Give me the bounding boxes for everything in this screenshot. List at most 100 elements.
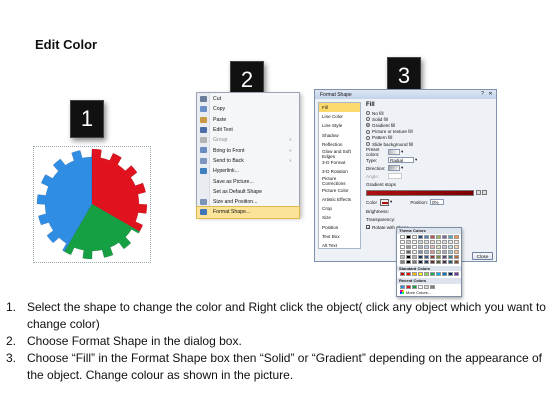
menu-item[interactable]: Format Shape... bbox=[196, 206, 300, 219]
close-button[interactable]: Close bbox=[472, 252, 493, 260]
color-swatch[interactable] bbox=[442, 244, 447, 249]
category-item[interactable]: Crop bbox=[319, 204, 360, 213]
color-swatch[interactable] bbox=[436, 239, 441, 244]
color-swatch[interactable] bbox=[400, 249, 405, 254]
category-item[interactable]: Fill bbox=[319, 103, 360, 113]
radio-button[interactable] bbox=[366, 129, 370, 134]
color-swatch[interactable] bbox=[412, 249, 417, 254]
color-swatch[interactable] bbox=[400, 259, 405, 264]
category-item[interactable]: Line Color bbox=[319, 112, 360, 121]
color-swatch[interactable] bbox=[430, 234, 435, 239]
color-swatch[interactable] bbox=[454, 259, 459, 264]
color-swatch[interactable] bbox=[442, 254, 447, 259]
color-swatch[interactable] bbox=[412, 234, 417, 239]
color-swatch[interactable] bbox=[442, 259, 447, 264]
category-item[interactable]: Glow and Soft Edges bbox=[319, 149, 360, 159]
preset-colors-dropdown[interactable] bbox=[388, 149, 400, 156]
more-colors-option[interactable]: More Colors... bbox=[397, 290, 461, 295]
color-swatch[interactable] bbox=[454, 244, 459, 249]
color-swatch[interactable] bbox=[400, 254, 405, 259]
color-swatch[interactable] bbox=[448, 272, 453, 276]
color-swatch[interactable] bbox=[412, 244, 417, 249]
color-swatch[interactable] bbox=[424, 254, 429, 259]
color-swatch[interactable] bbox=[418, 254, 423, 259]
color-swatch[interactable] bbox=[412, 259, 417, 264]
type-dropdown[interactable]: Radial bbox=[388, 157, 414, 164]
color-swatch[interactable] bbox=[448, 259, 453, 264]
color-swatch[interactable] bbox=[400, 239, 405, 244]
color-swatch[interactable] bbox=[412, 284, 417, 289]
color-swatch[interactable] bbox=[406, 234, 411, 239]
add-stop-icon[interactable] bbox=[476, 190, 481, 196]
color-swatch[interactable] bbox=[406, 254, 411, 259]
color-swatch[interactable] bbox=[430, 249, 435, 254]
color-swatch[interactable] bbox=[424, 272, 429, 276]
color-swatch[interactable] bbox=[436, 259, 441, 264]
color-swatch[interactable] bbox=[436, 234, 441, 239]
color-swatch[interactable] bbox=[430, 259, 435, 264]
category-item[interactable]: Position bbox=[319, 222, 360, 231]
menu-item[interactable]: Size and Position... bbox=[197, 197, 299, 207]
color-swatch[interactable] bbox=[406, 284, 411, 289]
radio-button[interactable] bbox=[366, 135, 370, 140]
menu-item[interactable]: Copy bbox=[197, 104, 299, 114]
color-swatch[interactable] bbox=[442, 234, 447, 239]
color-swatch[interactable] bbox=[412, 239, 417, 244]
color-swatch[interactable] bbox=[418, 234, 423, 239]
color-swatch[interactable] bbox=[442, 249, 447, 254]
direction-dropdown[interactable] bbox=[388, 165, 400, 172]
color-swatch[interactable] bbox=[400, 272, 405, 276]
menu-item[interactable]: Edit Text bbox=[197, 125, 299, 135]
color-swatch[interactable] bbox=[448, 234, 453, 239]
color-swatch[interactable] bbox=[448, 244, 453, 249]
color-swatch[interactable] bbox=[430, 272, 435, 276]
color-swatch[interactable] bbox=[448, 239, 453, 244]
menu-item[interactable]: Bring to Front › bbox=[197, 145, 299, 155]
color-swatch[interactable] bbox=[418, 259, 423, 264]
color-swatch[interactable] bbox=[400, 244, 405, 249]
color-swatch[interactable] bbox=[406, 249, 411, 254]
category-item[interactable]: Picture Corrections bbox=[319, 176, 360, 186]
menu-item[interactable]: Paste bbox=[197, 115, 299, 125]
radio-button[interactable] bbox=[366, 117, 370, 122]
color-swatch[interactable] bbox=[406, 244, 411, 249]
color-swatch[interactable] bbox=[418, 284, 423, 289]
radio-button[interactable] bbox=[366, 111, 370, 116]
color-swatch[interactable] bbox=[418, 239, 423, 244]
color-swatch[interactable] bbox=[412, 272, 417, 276]
color-swatch[interactable] bbox=[424, 239, 429, 244]
gradient-stops-bar[interactable] bbox=[366, 189, 474, 196]
gear-shape[interactable] bbox=[34, 147, 150, 262]
category-item[interactable]: 3-D Format bbox=[319, 158, 360, 167]
menu-item[interactable]: Group › bbox=[197, 135, 299, 145]
close-icon[interactable]: ✕ bbox=[487, 91, 494, 97]
color-swatch[interactable] bbox=[448, 249, 453, 254]
radio-button[interactable] bbox=[366, 123, 370, 128]
position-field[interactable]: 0% bbox=[429, 199, 444, 206]
remove-stop-icon[interactable] bbox=[482, 190, 487, 196]
color-swatch[interactable] bbox=[430, 244, 435, 249]
color-swatch[interactable] bbox=[442, 239, 447, 244]
menu-item[interactable]: Save as Picture... bbox=[197, 176, 299, 186]
color-swatch[interactable] bbox=[424, 244, 429, 249]
color-swatch[interactable] bbox=[436, 244, 441, 249]
color-swatch[interactable] bbox=[400, 284, 405, 289]
category-item[interactable]: Shadow bbox=[319, 131, 360, 140]
color-swatch[interactable] bbox=[418, 249, 423, 254]
menu-item[interactable]: Hyperlink... bbox=[197, 166, 299, 176]
rotate-checkbox[interactable]: ✓ bbox=[366, 225, 370, 230]
color-swatch[interactable] bbox=[454, 254, 459, 259]
help-icon[interactable]: ? bbox=[479, 91, 486, 97]
color-picker-button[interactable] bbox=[380, 198, 389, 206]
color-swatch[interactable] bbox=[412, 254, 417, 259]
color-swatch[interactable] bbox=[454, 272, 459, 276]
color-swatch[interactable] bbox=[430, 239, 435, 244]
category-item[interactable]: Line Style bbox=[319, 121, 360, 130]
category-item[interactable]: Size bbox=[319, 213, 360, 222]
color-swatch[interactable] bbox=[430, 254, 435, 259]
color-swatch[interactable] bbox=[424, 234, 429, 239]
color-swatch[interactable] bbox=[406, 259, 411, 264]
category-item[interactable]: Picture Color bbox=[319, 186, 360, 195]
category-item[interactable]: Alt Text bbox=[319, 241, 360, 250]
color-swatch[interactable] bbox=[454, 234, 459, 239]
